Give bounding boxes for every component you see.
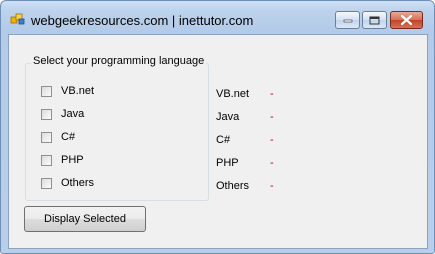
- checkbox-others[interactable]: Others: [41, 175, 94, 191]
- checkbox-box[interactable]: [41, 177, 52, 189]
- minimize-button[interactable]: [335, 11, 360, 29]
- checkbox-php[interactable]: PHP: [41, 152, 84, 168]
- result-label-vbnet: VB.net: [216, 88, 250, 100]
- result-label-others: Others: [216, 180, 250, 192]
- title-bar[interactable]: webgeekresources.com | inettutor.com: [1, 1, 434, 33]
- checkbox-csharp[interactable]: C#: [41, 129, 75, 145]
- checkbox-box[interactable]: [41, 108, 52, 120]
- checkbox-box[interactable]: [41, 154, 52, 166]
- window-title: webgeekresources.com | inettutor.com: [31, 13, 254, 28]
- maximize-icon: [363, 12, 386, 28]
- result-value-java: -: [270, 111, 274, 123]
- app-icon: [10, 13, 25, 25]
- checkbox-label: Java: [61, 108, 85, 120]
- form-client-area: Select your programming language VB.net …: [8, 34, 428, 249]
- app-window: webgeekresources.com | inettutor.com Sel…: [0, 0, 435, 254]
- result-value-php: -: [270, 157, 274, 169]
- checkbox-label: Others: [61, 177, 95, 189]
- result-label-php: PHP: [216, 157, 239, 169]
- result-label-java: Java: [216, 111, 240, 123]
- result-value-vbnet: -: [270, 88, 274, 100]
- display-selected-button[interactable]: Display Selected: [24, 206, 146, 232]
- close-button[interactable]: [390, 11, 423, 29]
- result-value-others: -: [270, 180, 274, 192]
- checkbox-label: C#: [61, 131, 76, 143]
- checkbox-box[interactable]: [41, 131, 52, 143]
- result-value-csharp: -: [270, 134, 274, 146]
- checkbox-vbnet[interactable]: VB.net: [41, 83, 94, 99]
- checkbox-label: PHP: [61, 154, 84, 166]
- maximize-button[interactable]: [362, 11, 387, 29]
- checkbox-label: VB.net: [61, 85, 95, 97]
- groupbox-title: Select your programming language: [31, 55, 207, 67]
- close-icon: [391, 12, 422, 28]
- minimize-icon: [336, 12, 359, 28]
- result-label-csharp: C#: [216, 134, 231, 146]
- checkbox-java[interactable]: Java: [41, 106, 84, 122]
- checkbox-box[interactable]: [41, 85, 52, 97]
